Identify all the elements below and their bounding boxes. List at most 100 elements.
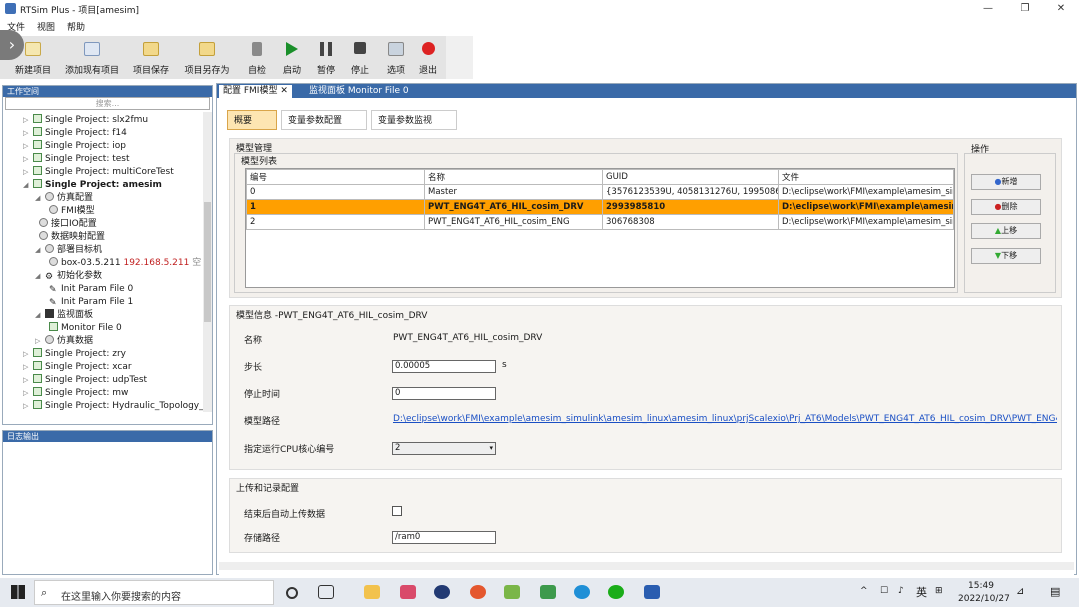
- search-icon: ⌕: [41, 586, 48, 599]
- tree-item[interactable]: ▷ Single Project: mw: [23, 387, 128, 400]
- add-model-button[interactable]: ●新增: [971, 174, 1041, 190]
- menu-help[interactable]: 帮助: [60, 18, 90, 33]
- options-button[interactable]: 选项: [380, 36, 412, 79]
- tree-item[interactable]: ▷ Single Project: f14: [23, 127, 127, 140]
- move-up-button[interactable]: ▲上移: [971, 223, 1041, 239]
- app-icon-2[interactable]: [470, 585, 486, 599]
- tree-item[interactable]: ◢ 监视面板: [35, 309, 93, 322]
- log-title: 日志输出: [3, 431, 212, 442]
- model-management-section: 模型管理 模型列表 编号 名称 GUID 文件 0 Master {3576123539U…: [229, 138, 1062, 298]
- tree-item-amesim[interactable]: ◢ Single Project: amesim: [23, 179, 162, 192]
- tree-item[interactable]: ▷ Single Project: udpTest: [23, 374, 147, 387]
- self-check-button[interactable]: 自检: [240, 36, 274, 79]
- tab-var-config[interactable]: 变量参数配置: [281, 110, 367, 130]
- menu-view[interactable]: 视图: [30, 18, 60, 33]
- table-row[interactable]: 2 PWT_ENG4T_AT6_HIL_cosim_ENG 306768308 D:\…: [246, 214, 954, 230]
- model-path-link[interactable]: D:\eclipse\work\FMI\example\amesim_simul…: [393, 414, 1057, 424]
- exit-icon: [422, 42, 435, 55]
- tree-item[interactable]: ▷ Single Project: xcar: [23, 361, 132, 374]
- tree-item[interactable]: ▷ Single Project: zry: [23, 348, 126, 361]
- tree-item[interactable]: Monitor File 0: [49, 322, 122, 335]
- exit-button[interactable]: 退出: [412, 36, 444, 79]
- cpu-core-select[interactable]: 2 ▾: [392, 442, 496, 455]
- stop-button[interactable]: 停止: [344, 36, 376, 79]
- step-size-input[interactable]: 0.00005: [392, 360, 496, 373]
- column-header[interactable]: GUID: [602, 169, 779, 185]
- tab-overview[interactable]: 概要: [227, 110, 277, 130]
- pen-icon: ✎: [49, 298, 57, 308]
- tray-icon[interactable]: ⊿: [1016, 586, 1024, 597]
- close-button[interactable]: ✕: [1043, 0, 1079, 18]
- app-icon-3[interactable]: [504, 585, 520, 599]
- tab-monitor[interactable]: 监视面板 Monitor File 0: [305, 85, 413, 98]
- clock-date[interactable]: 2022/10/27: [958, 594, 1010, 604]
- column-header[interactable]: 编号: [246, 169, 425, 185]
- tree-item[interactable]: ◢ ⚙ 初始化参数: [35, 270, 102, 283]
- tree-item-fmi[interactable]: FMI模型: [49, 205, 95, 218]
- tree-item[interactable]: 接口IO配置: [39, 218, 97, 231]
- add-project-icon: [84, 42, 100, 56]
- start-button[interactable]: 启动: [276, 36, 308, 79]
- maximize-button[interactable]: ❐: [1007, 0, 1043, 18]
- table-row[interactable]: 0 Master {3576123539U, 4058131276U, 199508…: [246, 184, 954, 200]
- tray-expand-icon[interactable]: ^: [860, 586, 868, 596]
- params-icon: ⚙: [45, 272, 54, 282]
- file-explorer-icon[interactable]: [364, 585, 380, 599]
- add-project-button[interactable]: 添加现有项目: [60, 36, 124, 79]
- delete-model-button[interactable]: ●删除: [971, 199, 1041, 215]
- storage-path-input[interactable]: /ram0: [392, 531, 496, 544]
- table-row-selected[interactable]: 1 PWT_ENG4T_AT6_HIL_cosim_DRV 2993985810 D:…: [246, 199, 954, 215]
- tree-item[interactable]: ◢ 仿真配置: [35, 192, 93, 205]
- gear-icon: [39, 218, 48, 227]
- workspace-search-input[interactable]: 搜索...: [5, 97, 210, 110]
- network-icon[interactable]: ☐: [880, 586, 888, 596]
- device-icon: [49, 257, 58, 266]
- tree-item[interactable]: ▷ Single Project: test: [23, 153, 130, 166]
- save-as-icon: [199, 42, 215, 56]
- cortana-icon[interactable]: [286, 587, 298, 599]
- save-as-button[interactable]: 项目另存为: [178, 36, 236, 79]
- app-icon-4[interactable]: [540, 585, 556, 599]
- tree-scrollbar[interactable]: [203, 112, 212, 412]
- tree-item-target[interactable]: box-03.5.211 192.168.5.211 空: [49, 257, 201, 270]
- edge-icon[interactable]: [574, 585, 590, 599]
- tree-item[interactable]: ✎ Init Param File 0: [49, 283, 133, 296]
- stop-time-input[interactable]: 0: [392, 387, 496, 400]
- notification-icon[interactable]: ▤: [1050, 585, 1060, 598]
- input-method-icon[interactable]: ⊞: [935, 586, 943, 596]
- tree-item[interactable]: 数据映射配置: [39, 231, 105, 244]
- tree-item[interactable]: ▷ 仿真数据: [35, 335, 93, 348]
- model-list-title: 模型列表: [241, 157, 278, 167]
- taskbar-search[interactable]: ⌕ 在这里输入你要搜索的内容: [34, 580, 274, 605]
- pause-button[interactable]: 暂停: [310, 36, 342, 79]
- tree-item[interactable]: ✎ Init Param File 1: [49, 296, 133, 309]
- tab-fmi-config[interactable]: 配置 FMI模型 ✕: [219, 85, 292, 98]
- app-icon-1[interactable]: [400, 585, 416, 599]
- column-header[interactable]: 名称: [424, 169, 603, 185]
- minimize-button[interactable]: —: [970, 0, 1006, 18]
- workspace-panel: 工作空间 搜索... ▷ Single Project: slx2fmu ▷ Sin…: [2, 85, 213, 425]
- tree-item[interactable]: ▷ Single Project: iop: [23, 140, 126, 153]
- move-down-button[interactable]: ▼下移: [971, 248, 1041, 264]
- windows-start-icon[interactable]: [11, 585, 25, 599]
- new-project-icon: [25, 42, 41, 56]
- target-icon: [45, 244, 54, 253]
- eclipse-icon[interactable]: [434, 585, 450, 599]
- tree-item[interactable]: ▷ Single Project: multiCoreTest: [23, 166, 174, 179]
- tree-item[interactable]: ▷ Single Project: Hydraulic_Topology_: [23, 400, 203, 412]
- volume-icon[interactable]: ♪: [898, 586, 904, 596]
- save-project-button[interactable]: 项目保存: [126, 36, 176, 79]
- auto-upload-checkbox[interactable]: [392, 506, 402, 516]
- close-icon[interactable]: ✕: [280, 86, 288, 96]
- wechat-icon[interactable]: [608, 585, 624, 599]
- task-view-icon[interactable]: [318, 585, 334, 599]
- content-hscrollbar[interactable]: [219, 562, 1074, 570]
- tree-item[interactable]: ◢ 部署目标机: [35, 244, 102, 257]
- project-tree: ▷ Single Project: slx2fmu ▷ Single Project…: [3, 112, 203, 412]
- column-header[interactable]: 文件: [778, 169, 954, 185]
- tree-item[interactable]: ▷ Single Project: slx2fmu: [23, 114, 148, 127]
- ime-indicator[interactable]: 英: [916, 584, 927, 600]
- clock-time[interactable]: 15:49: [968, 581, 994, 591]
- rtsim-icon[interactable]: [644, 585, 660, 599]
- tab-var-monitor[interactable]: 变量参数监视: [371, 110, 457, 130]
